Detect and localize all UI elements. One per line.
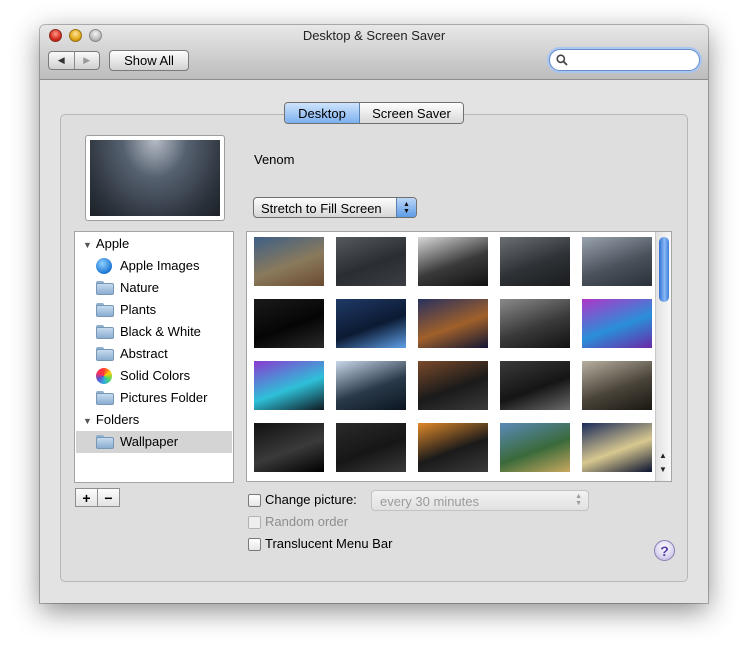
thumbnail-pier-sepia[interactable] <box>582 361 652 410</box>
fit-mode-value: Stretch to Fill Screen <box>261 201 382 216</box>
show-all-button[interactable]: Show All <box>109 50 189 71</box>
folder-icon <box>96 325 114 339</box>
picture-grid: ▲ ▼ <box>246 231 672 482</box>
thumbnail-city-night[interactable] <box>500 361 570 410</box>
change-picture-checkbox[interactable] <box>248 494 261 507</box>
thumbnail-purple-cyan-waves[interactable] <box>582 299 652 348</box>
search-icon <box>556 54 568 66</box>
source-item-apple-images[interactable]: Apple Images <box>76 255 232 277</box>
back-button[interactable]: ◀ <box>49 52 74 69</box>
window-title: Desktop & Screen Saver <box>302 28 446 43</box>
source-item-label: Nature <box>120 280 160 295</box>
source-item-label: Apple Images <box>120 258 200 273</box>
popup-arrows-icon: ▲ ▼ <box>396 198 416 217</box>
remove-folder-button[interactable]: − <box>97 488 120 507</box>
thumbnail-storm-clouds[interactable] <box>500 237 570 286</box>
source-item-label: Black & White <box>120 324 201 339</box>
group-label: Apple <box>95 236 130 251</box>
folder-icon <box>96 347 114 361</box>
folder-icon <box>96 281 114 295</box>
group-header-folders[interactable]: ▼ Folders <box>83 412 139 427</box>
scroll-thumb[interactable] <box>659 237 669 302</box>
scroll-down-arrow-icon[interactable]: ▼ <box>659 465 667 474</box>
thumbnail-batman[interactable] <box>254 423 324 472</box>
apple-images-icon <box>96 258 112 274</box>
thumbnail-car-garage[interactable] <box>418 237 488 286</box>
group-header-apple[interactable]: ▼ Apple <box>83 236 129 251</box>
thumbnail-lake-mountains[interactable] <box>254 237 324 286</box>
source-item-label: Wallpaper <box>120 434 179 449</box>
folder-icon <box>96 303 114 317</box>
thumbnail-bw-road[interactable] <box>500 299 570 348</box>
thumbnail-violet-waves[interactable] <box>254 361 324 410</box>
thumbnail-ship-moon[interactable] <box>582 423 652 472</box>
source-item-wallpaper[interactable]: Wallpaper <box>76 431 232 453</box>
thumbnail-venom-rays[interactable] <box>582 237 652 286</box>
current-picture-preview <box>90 140 220 216</box>
source-item-nature[interactable]: Nature <box>76 277 232 299</box>
title-bar: Desktop & Screen Saver ◀ ▶ Show All <box>40 25 708 80</box>
back-forward-control: ◀ ▶ <box>48 51 100 70</box>
disclosure-triangle-icon: ▼ <box>83 416 92 426</box>
source-item-label: Pictures Folder <box>120 390 208 405</box>
help-button[interactable]: ? <box>654 540 675 561</box>
source-list: ▼ Apple Apple Images Nature Plants Black … <box>74 231 234 483</box>
thumbnail-dark-flowers[interactable] <box>254 299 324 348</box>
preferences-window: Desktop & Screen Saver ◀ ▶ Show All Desk… <box>40 25 708 603</box>
source-item-label: Solid Colors <box>120 368 191 383</box>
search-field[interactable] <box>549 49 700 71</box>
fit-mode-popup[interactable]: Stretch to Fill Screen ▲ ▼ <box>253 197 417 218</box>
random-order-label: Random order <box>265 514 349 529</box>
thumbnail-dark-logo[interactable] <box>336 423 406 472</box>
forward-button[interactable]: ▶ <box>73 52 100 69</box>
source-item-label: Abstract <box>120 346 168 361</box>
thumbnail-gray-gradient[interactable] <box>336 237 406 286</box>
current-picture-well[interactable] <box>85 135 225 221</box>
thumbnail-water-sunburst[interactable] <box>336 361 406 410</box>
source-item-label: Plants <box>120 302 157 317</box>
random-order-checkbox[interactable] <box>248 516 261 529</box>
popup-arrows-icon: ▲ ▼ <box>575 493 582 507</box>
pictures-folder-icon <box>96 391 114 405</box>
add-folder-button[interactable]: + <box>75 488 98 507</box>
folder-icon <box>96 435 114 449</box>
source-item-pictures-folder[interactable]: Pictures Folder <box>76 387 232 409</box>
tab-control: Desktop Screen Saver <box>284 102 464 124</box>
source-item-black-white[interactable]: Black & White <box>76 321 232 343</box>
color-wheel-icon <box>96 368 112 384</box>
thumbnail-planet[interactable] <box>418 361 488 410</box>
source-item-plants[interactable]: Plants <box>76 299 232 321</box>
thumbnail-orange-eye[interactable] <box>418 423 488 472</box>
interval-popup[interactable]: every 30 minutes ▲ ▼ <box>371 490 589 511</box>
source-item-abstract[interactable]: Abstract <box>76 343 232 365</box>
translucent-menu-bar-label: Translucent Menu Bar <box>265 536 393 551</box>
current-picture-name: Venom <box>254 152 295 167</box>
translucent-menu-bar-checkbox[interactable] <box>248 538 261 551</box>
disclosure-triangle-icon: ▼ <box>83 240 92 250</box>
change-picture-label: Change picture: <box>265 492 357 507</box>
tab-desktop[interactable]: Desktop <box>285 103 360 123</box>
thumbnail-night-bay[interactable] <box>418 299 488 348</box>
vertical-scrollbar[interactable]: ▲ ▼ <box>655 232 671 481</box>
source-item-solid-colors[interactable]: Solid Colors <box>76 365 232 387</box>
group-label: Folders <box>95 412 140 427</box>
thumbnail-waterfall-cliffs[interactable] <box>500 423 570 472</box>
thumbnail-christmas-tree[interactable] <box>336 299 406 348</box>
interval-value: every 30 minutes <box>380 494 479 509</box>
tab-screen-saver[interactable]: Screen Saver <box>360 103 463 123</box>
scroll-up-arrow-icon[interactable]: ▲ <box>659 451 667 460</box>
